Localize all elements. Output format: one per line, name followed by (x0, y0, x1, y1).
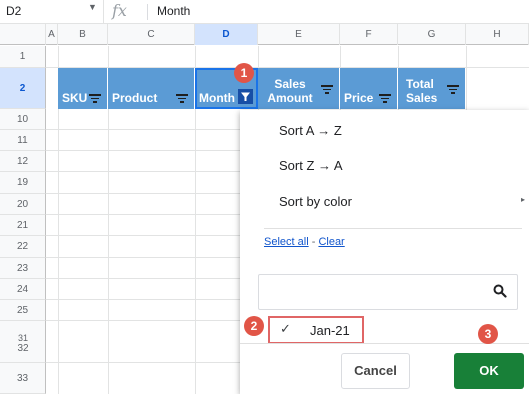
row-header-1[interactable]: 1 (0, 46, 46, 68)
clear-link[interactable]: Clear (318, 236, 344, 248)
filter-icon[interactable] (321, 85, 333, 94)
header-cell-sku[interactable]: SKU (58, 68, 108, 109)
row-header-33[interactable]: 33 (0, 363, 46, 394)
link-separator: - (311, 236, 316, 248)
step-badge-3: 3 (478, 324, 498, 344)
menu-item-sort-a-z[interactable]: Sort A → Z (279, 123, 342, 138)
row-header-2[interactable]: 2 (0, 68, 46, 109)
column-header-h[interactable]: H (466, 24, 529, 45)
column-header-g[interactable]: G (398, 24, 466, 45)
header-cell-price[interactable]: Price (340, 68, 398, 109)
checkmark-icon[interactable]: ✓ (280, 321, 291, 337)
row-header-11[interactable]: 11 (0, 130, 46, 151)
column-header-row: A B C D E F G H (0, 24, 529, 45)
column-header-c[interactable]: C (108, 24, 195, 45)
divider (147, 4, 148, 20)
row-header-24[interactable]: 24 (0, 279, 46, 300)
submenu-arrow-icon: ▸ (520, 195, 525, 204)
menu-item-sort-by-color[interactable]: Sort by color (279, 194, 352, 209)
column-header-e[interactable]: E (258, 24, 340, 45)
grid-row (46, 46, 529, 68)
row-number-31: 31 (17, 333, 28, 343)
header-cell-sales-amount[interactable]: Sales Amount (258, 68, 340, 109)
header-cell-product[interactable]: Product (108, 68, 195, 109)
header-label: Product (112, 91, 158, 105)
row-header-23[interactable]: 23 (0, 258, 46, 279)
header-label: SKU (62, 91, 88, 105)
row-header-25[interactable]: 25 (0, 300, 46, 321)
column-header-f[interactable]: F (340, 24, 398, 45)
filter-icon[interactable] (379, 94, 391, 103)
row-header-20[interactable]: 20 (0, 194, 46, 215)
header-cell-total-sales[interactable]: Total Sales (398, 68, 466, 109)
header-label: Month (199, 91, 235, 105)
row-header-10[interactable]: 10 (0, 109, 46, 130)
search-icon[interactable] (493, 284, 507, 298)
filter-icon[interactable] (176, 94, 188, 103)
filter-value-option[interactable]: ✓ Jan-21 (268, 316, 364, 344)
name-box[interactable]: D2 ▼ (0, 0, 104, 24)
select-links: Select all - Clear (264, 236, 345, 248)
step-badge-1: 1 (234, 63, 254, 83)
select-all-link[interactable]: Select all (264, 236, 309, 248)
column-header-a[interactable]: A (46, 24, 58, 45)
row-header-22[interactable]: 22 (0, 236, 46, 258)
active-filter-button[interactable] (238, 89, 253, 104)
filter-search-input[interactable] (258, 274, 518, 310)
filter-value-label: Jan-21 (310, 323, 350, 338)
grid-column-line (466, 46, 467, 110)
menu-item-sort-z-a[interactable]: Sort Z → A (279, 158, 343, 173)
row-header-31-32[interactable]: 31 32 (0, 321, 46, 363)
row-header-12[interactable]: 12 (0, 151, 46, 172)
filter-icon[interactable] (89, 94, 101, 103)
row-header-19[interactable]: 19 (0, 172, 46, 194)
menu-divider (264, 228, 522, 229)
filter-menu: Sort A → Z Sort Z → A Sort by color ▸ Se… (240, 110, 529, 394)
row-header-21[interactable]: 21 (0, 215, 46, 236)
caret-down-icon[interactable]: ▼ (88, 2, 97, 12)
ok-button[interactable]: OK (454, 353, 524, 389)
header-label: Price (344, 91, 374, 105)
filter-icon[interactable] (447, 85, 459, 94)
column-header-d[interactable]: D (195, 24, 258, 45)
row-number-32: 32 (17, 343, 29, 354)
funnel-icon (241, 92, 250, 101)
header-label: Total Sales (406, 77, 438, 105)
cancel-button[interactable]: Cancel (341, 353, 410, 389)
column-header-b[interactable]: B (58, 24, 108, 45)
header-label: Sales Amount (267, 77, 313, 105)
cell-reference: D2 (6, 4, 22, 18)
fx-icon: fx (112, 1, 127, 20)
formula-input[interactable]: Month (157, 4, 190, 18)
select-all-corner[interactable] (0, 24, 46, 45)
step-badge-2: 2 (244, 316, 264, 336)
